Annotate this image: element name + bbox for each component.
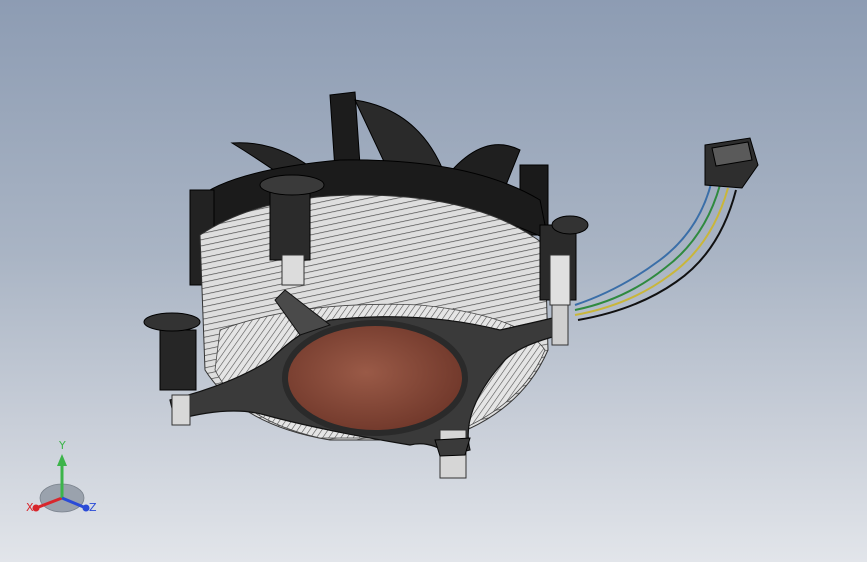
z-axis-label: Z	[89, 501, 97, 514]
y-axis-label: Y	[59, 439, 66, 452]
cpu-cooler-model[interactable]	[0, 0, 867, 562]
fan-cable	[574, 179, 737, 321]
coordinate-triad: Y X Z	[20, 440, 110, 530]
x-axis-label: X	[26, 501, 34, 514]
y-axis-arrow	[57, 454, 67, 466]
fan-connector	[704, 137, 759, 189]
3d-viewport[interactable]: Y X Z	[0, 0, 867, 562]
copper-base	[282, 320, 468, 436]
